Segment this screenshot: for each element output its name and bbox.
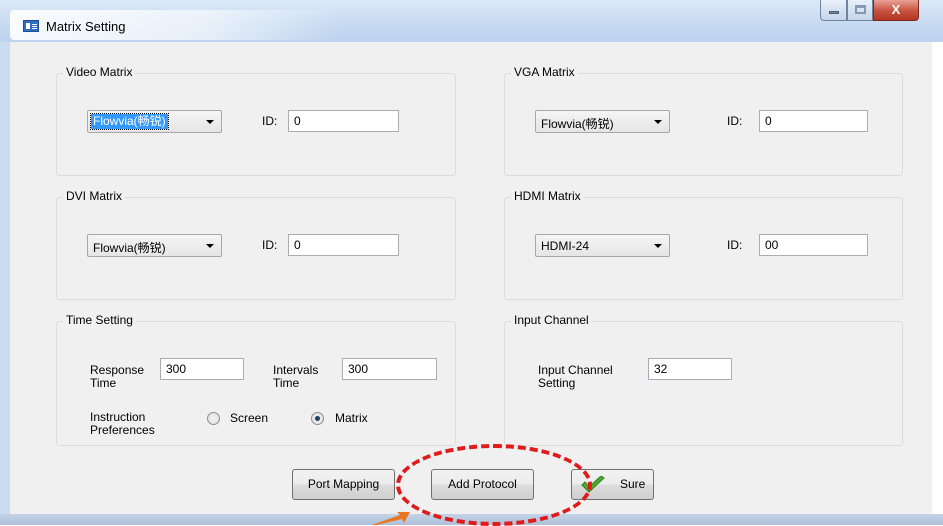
response-time-label-line1: Response [90,363,145,377]
sure-button-label: Sure [620,477,646,491]
dvi-matrix-id-field[interactable]: 0 [288,234,399,256]
video-matrix-dropdown[interactable]: Flowvia(畅锐) [87,110,222,133]
vga-matrix-id-field[interactable]: 0 [759,110,868,132]
instruction-preferences-line2: Preferences [90,423,155,437]
intervals-time-label-line2: Time [273,376,300,390]
maximize-icon [855,5,866,14]
matrix-radio-label[interactable]: Matrix [335,412,368,425]
close-button[interactable]: X [873,0,919,21]
dvi-matrix-title: DVI Matrix [63,189,126,203]
dvi-matrix-selected: Flowvia(畅锐) [93,241,166,255]
annotation-highlight-oval [396,444,592,526]
hdmi-matrix-dropdown[interactable]: HDMI-24 [535,234,670,257]
input-channel-title: Input Channel [511,313,592,327]
video-matrix-selected: Flowvia(畅锐) [90,113,169,130]
close-icon: X [891,2,901,17]
dvi-matrix-id-label: ID: [262,238,278,252]
intervals-time-value: 300 [348,362,369,376]
time-setting-title: Time Setting [63,313,136,327]
video-matrix-title: Video Matrix [63,65,136,79]
video-matrix-group: Video Matrix Flowvia(畅锐) ID: 0 [56,65,456,176]
intervals-time-field[interactable]: 300 [342,358,437,380]
title-bar[interactable]: Matrix Setting X [0,0,943,42]
maximize-button[interactable] [847,0,873,21]
intervals-time-label-line1: Intervals [273,363,319,377]
hdmi-matrix-id-field[interactable]: 00 [759,234,868,256]
matrix-radio[interactable] [311,412,324,425]
chevron-down-icon [206,120,214,124]
response-time-value: 300 [166,362,187,376]
instruction-preferences-line1: Instruction [90,410,146,424]
vga-matrix-selected: Flowvia(畅锐) [541,117,614,131]
dvi-matrix-id-value: 0 [294,238,301,252]
window-title: Matrix Setting [46,19,126,34]
vga-matrix-title: VGA Matrix [511,65,578,79]
vga-matrix-group: VGA Matrix Flowvia(畅锐) ID: 0 [504,65,903,176]
port-mapping-button[interactable]: Port Mapping [292,469,395,500]
vga-matrix-id-label: ID: [727,114,743,128]
video-matrix-id-value: 0 [294,114,301,128]
dialog-body: Video Matrix Flowvia(畅锐) ID: 0 VGA Matri… [10,42,932,514]
video-matrix-id-field[interactable]: 0 [288,110,399,132]
input-channel-setting-line2: Setting [538,376,576,390]
input-channel-group: Input Channel Input Channel Setting 32 [504,313,903,446]
time-setting-group: Time Setting Response Time 300 Intervals… [56,313,456,446]
intervals-time-label: Intervals Time [273,364,318,390]
input-channel-value: 32 [654,362,668,376]
vga-matrix-id-value: 0 [765,114,772,128]
hdmi-matrix-selected: HDMI-24 [541,239,590,253]
annotation-arrow-icon [372,512,410,525]
video-matrix-id-label: ID: [262,114,278,128]
matrix-app-icon [23,20,39,32]
screen-radio[interactable] [207,412,220,425]
hdmi-matrix-id-label: ID: [727,238,743,252]
instruction-preferences-label: Instruction Preferences [90,411,155,437]
input-channel-field[interactable]: 32 [648,358,732,380]
response-time-label-line2: Time [90,376,117,390]
screen-radio-label[interactable]: Screen [230,412,268,425]
dvi-matrix-group: DVI Matrix Flowvia(畅锐) ID: 0 [56,189,456,300]
response-time-field[interactable]: 300 [160,358,244,380]
minimize-button[interactable] [820,0,847,21]
response-time-label: Response Time [90,364,144,390]
hdmi-matrix-group: HDMI Matrix HDMI-24 ID: 00 [504,189,903,300]
hdmi-matrix-id-value: 00 [765,238,779,252]
dvi-matrix-dropdown[interactable]: Flowvia(畅锐) [87,234,222,257]
minimize-icon [829,11,839,14]
input-channel-setting-line1: Input Channel [538,363,613,377]
input-channel-setting-label: Input Channel Setting [538,364,613,390]
matrix-setting-window: Matrix Setting X Video Matrix Flowvia(畅锐… [0,0,943,526]
vga-matrix-dropdown[interactable]: Flowvia(畅锐) [535,110,670,133]
chevron-down-icon [654,244,662,248]
chevron-down-icon [206,244,214,248]
chevron-down-icon [654,120,662,124]
hdmi-matrix-title: HDMI Matrix [511,189,584,203]
